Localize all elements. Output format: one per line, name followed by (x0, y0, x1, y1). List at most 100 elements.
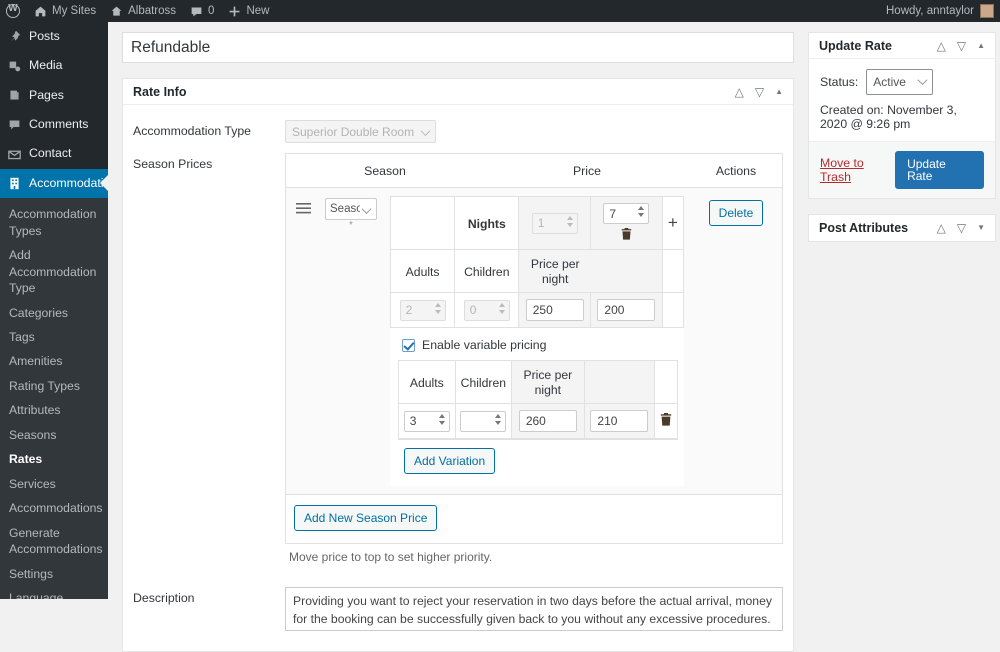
people-values-row (391, 293, 683, 327)
home-icon (110, 5, 123, 18)
status-label: Status: (820, 75, 859, 89)
sidebar-item-accommodation[interactable]: Accommodation (0, 168, 108, 199)
rate-info-panel: Rate Info △ ▽ ▲ Accommodation Type Super… (122, 78, 794, 652)
drag-handle-icon[interactable] (286, 188, 320, 217)
nights-to-stepper[interactable] (603, 203, 650, 224)
submenu-item-generate-accommodations[interactable]: Generate Accommodations (0, 521, 108, 562)
sidebar-item-label: Pages (29, 87, 64, 102)
main-column: Rate Info △ ▽ ▲ Accommodation Type Su (122, 32, 794, 652)
status-select[interactable]: Active (866, 69, 934, 95)
description-textarea[interactable] (285, 587, 783, 631)
enable-variable-pricing-checkbox[interactable] (402, 338, 415, 352)
panel-handle-actions: △ ▽ ▼ (937, 222, 985, 234)
move-up-icon[interactable]: △ (735, 86, 744, 98)
variation-children-label: Children (460, 375, 507, 390)
move-down-icon[interactable]: ▽ (957, 222, 966, 234)
price-2-input[interactable] (597, 299, 656, 321)
nights-to-input[interactable] (603, 203, 650, 224)
season-prices-table-header: Season Price Actions (286, 154, 782, 188)
delete-season-price-button[interactable]: Delete (708, 200, 764, 226)
move-up-icon[interactable]: △ (937, 40, 946, 52)
move-up-icon[interactable]: △ (937, 222, 946, 234)
season-prices-footer: Add New Season Price (286, 495, 782, 543)
sites-icon (34, 5, 47, 18)
post-attributes-title: Post Attributes (819, 221, 909, 235)
variation-adults-stepper[interactable] (403, 410, 450, 432)
submenu-item-language[interactable]: Language (0, 586, 108, 599)
enable-variable-pricing-row[interactable]: Enable variable pricing (398, 334, 678, 360)
new-content-menu[interactable]: New (221, 0, 276, 22)
move-down-icon[interactable]: ▽ (957, 40, 966, 52)
submenu-item-categories[interactable]: Categories (0, 301, 108, 325)
add-new-season-price-button[interactable]: Add New Season Price (294, 505, 438, 531)
post-title-input[interactable] (122, 32, 794, 63)
my-sites-menu[interactable]: My Sites (27, 0, 103, 22)
submenu-item-services[interactable]: Services (0, 472, 108, 496)
status-select-wrapper: Active (866, 69, 934, 95)
submenu-item-accommodation-types[interactable]: Accommodation Types (0, 202, 108, 243)
update-rate-button[interactable]: Update Rate (895, 151, 984, 189)
add-price-column-button[interactable]: + (662, 197, 683, 250)
comments-bubble[interactable]: 0 (183, 0, 221, 22)
move-down-icon[interactable]: ▽ (755, 86, 764, 98)
nights-from-input[interactable] (531, 212, 578, 234)
variation-children-stepper[interactable] (460, 410, 507, 432)
title-field-wrapper (122, 32, 794, 63)
wp-logo-menu[interactable] (0, 0, 27, 22)
adults-input[interactable] (399, 299, 446, 321)
variation-price-1-input[interactable] (518, 410, 577, 432)
update-rate-header: Update Rate △ ▽ ▲ (809, 33, 995, 59)
add-variation-button[interactable]: Add Variation (404, 448, 496, 474)
site-name-menu[interactable]: Albatross (103, 0, 183, 22)
move-to-trash-link[interactable]: Move to Trash (820, 156, 895, 184)
comments-icon (8, 118, 21, 131)
submenu-item-seasons[interactable]: Seasons (0, 423, 108, 447)
submenu-item-rates[interactable]: Rates (0, 447, 108, 471)
submenu-item-tags[interactable]: Tags (0, 325, 108, 349)
submenu-item-settings[interactable]: Settings (0, 562, 108, 586)
toggle-panel-icon[interactable]: ▼ (977, 224, 985, 232)
adults-stepper[interactable] (399, 299, 446, 321)
accommodation-type-select-wrapper: Superior Double Room (285, 120, 436, 143)
season-prices-row: Season Prices Season Price Actions Seaso… (133, 148, 783, 569)
children-stepper[interactable] (463, 299, 510, 321)
site-name-label: Albatross (128, 5, 177, 17)
accommodation-type-select[interactable]: Superior Double Room (285, 120, 436, 143)
submenu-item-attributes[interactable]: Attributes (0, 398, 108, 422)
variation-children-input[interactable] (460, 410, 507, 432)
delete-variation-icon[interactable] (660, 413, 672, 429)
toggle-panel-icon[interactable]: ▲ (775, 87, 783, 96)
wordpress-logo-icon (6, 2, 20, 18)
sidebar-item-label: Accommodation (29, 175, 108, 190)
column-header-price: Price (572, 164, 602, 178)
price-per-night-label: Price per night (530, 257, 580, 286)
nights-from-stepper[interactable] (531, 212, 578, 234)
sidebar-item-media[interactable]: Media (0, 51, 108, 80)
children-input[interactable] (463, 299, 510, 321)
building-icon (8, 177, 21, 190)
toggle-panel-icon[interactable]: ▲ (977, 41, 985, 50)
submenu-item-add-accommodation-type[interactable]: Add Accommodation Type (0, 243, 108, 300)
price-1-input[interactable] (525, 299, 584, 321)
comments-count: 0 (208, 5, 215, 17)
people-labels-row: Adults Children Price per night (391, 250, 683, 293)
variation-price-2-input[interactable] (590, 410, 649, 432)
season-select[interactable]: Season (325, 198, 377, 220)
submenu-item-accommodations[interactable]: Accommodations (0, 496, 108, 520)
admin-bar: My Sites Albatross 0 New Howdy, anntaylo… (0, 0, 1000, 22)
variation-adults-input[interactable] (403, 410, 450, 432)
sidebar-item-label: Posts (29, 29, 60, 43)
created-on-text: Created on: November 3, 2020 @ 9:26 pm (809, 103, 995, 142)
submenu-item-amenities[interactable]: Amenities (0, 349, 108, 373)
adults-label: Adults (405, 264, 440, 279)
sidebar-item-contact[interactable]: Contact (0, 139, 108, 168)
account-menu[interactable]: Howdy, anntaylor (886, 4, 1000, 18)
sidebar-item-label: Comments (29, 117, 89, 132)
sidebar-item-pages[interactable]: Pages (0, 81, 108, 110)
sidebar-item-comments[interactable]: Comments (0, 110, 108, 139)
submenu-item-rating-types[interactable]: Rating Types (0, 374, 108, 398)
post-attributes-header: Post Attributes △ ▽ ▼ (809, 215, 995, 241)
post-attributes-panel: Post Attributes △ ▽ ▼ (808, 214, 996, 242)
delete-nights-column-icon[interactable] (621, 228, 632, 243)
sidebar-item-posts[interactable]: Posts (0, 22, 108, 51)
